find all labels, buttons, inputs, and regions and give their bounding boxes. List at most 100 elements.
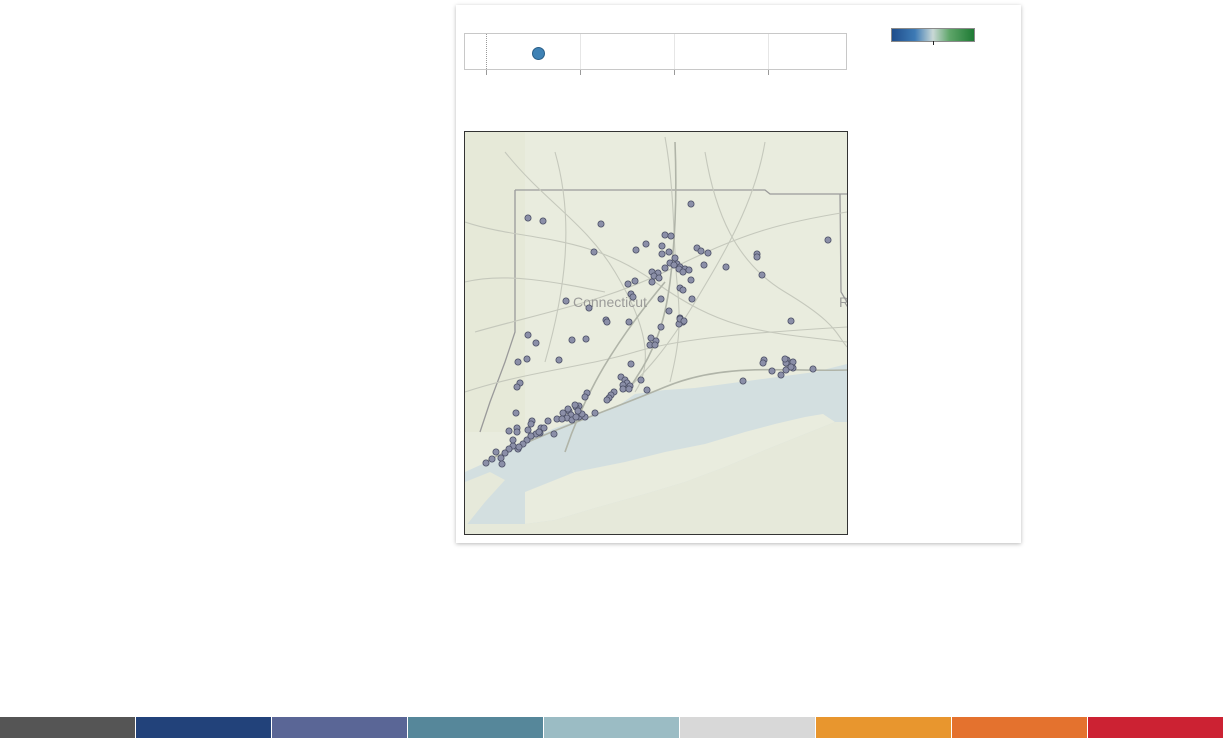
map-location-point[interactable] xyxy=(655,274,663,282)
strip-plot[interactable] xyxy=(464,33,847,70)
map-view[interactable]: Connecticut R xyxy=(464,131,848,535)
map-location-point[interactable] xyxy=(505,427,513,435)
map-location-point[interactable] xyxy=(648,278,656,286)
map-location-point[interactable] xyxy=(777,371,785,379)
map-location-point[interactable] xyxy=(527,432,535,440)
map-location-point[interactable] xyxy=(658,250,666,258)
strip-gridline-zero xyxy=(486,34,488,69)
map-location-point[interactable] xyxy=(824,236,832,244)
map-location-point[interactable] xyxy=(661,264,669,272)
map-location-point[interactable] xyxy=(637,376,645,384)
map-location-point[interactable] xyxy=(544,417,552,425)
map-location-point[interactable] xyxy=(658,242,666,250)
map-location-point[interactable] xyxy=(585,304,593,312)
map-location-point[interactable] xyxy=(514,358,522,366)
footer-color-segment xyxy=(0,717,136,738)
map-location-point[interactable] xyxy=(550,430,558,438)
strip-mark[interactable] xyxy=(532,47,545,60)
footer-color-segment xyxy=(680,717,816,738)
map-location-point[interactable] xyxy=(631,277,639,285)
map-location-point[interactable] xyxy=(582,335,590,343)
map-location-point[interactable] xyxy=(590,248,598,256)
map-location-point[interactable] xyxy=(704,249,712,257)
map-location-point[interactable] xyxy=(809,365,817,373)
map-location-point[interactable] xyxy=(540,424,548,432)
map-location-point[interactable] xyxy=(527,420,535,428)
map-location-point[interactable] xyxy=(687,200,695,208)
map-location-point[interactable] xyxy=(665,248,673,256)
map-location-point[interactable] xyxy=(603,396,611,404)
map-location-point[interactable] xyxy=(687,276,695,284)
map-location-point[interactable] xyxy=(657,295,665,303)
map-location-point[interactable] xyxy=(568,336,576,344)
map-location-point[interactable] xyxy=(643,386,651,394)
map-location-point[interactable] xyxy=(624,280,632,288)
map-location-point[interactable] xyxy=(492,448,500,456)
map-location-point[interactable] xyxy=(679,286,687,294)
map-location-point[interactable] xyxy=(680,317,688,325)
map-location-point[interactable] xyxy=(665,307,673,315)
map-location-point[interactable] xyxy=(539,217,547,225)
map-location-point[interactable] xyxy=(722,263,730,271)
map-location-point[interactable] xyxy=(697,247,705,255)
strip-gridline xyxy=(768,34,769,69)
map-location-point[interactable] xyxy=(781,355,789,363)
map-location-point[interactable] xyxy=(512,409,520,417)
footer-color-segment xyxy=(1088,717,1224,738)
map-location-point[interactable] xyxy=(497,454,505,462)
map-location-point[interactable] xyxy=(685,266,693,274)
map-location-point[interactable] xyxy=(627,360,635,368)
map-location-point[interactable] xyxy=(482,459,490,467)
map-location-point[interactable] xyxy=(700,261,708,269)
map-location-point[interactable] xyxy=(758,271,766,279)
map-location-point[interactable] xyxy=(513,428,521,436)
map-location-point[interactable] xyxy=(603,318,611,326)
footer-color-segment xyxy=(952,717,1088,738)
map-location-point[interactable] xyxy=(688,295,696,303)
map-location-point[interactable] xyxy=(629,293,637,301)
map-location-point[interactable] xyxy=(523,355,531,363)
map-location-point[interactable] xyxy=(524,426,532,434)
map-location-point[interactable] xyxy=(555,356,563,364)
map-location-point[interactable] xyxy=(642,240,650,248)
map-location-point[interactable] xyxy=(739,377,747,385)
map-location-point[interactable] xyxy=(651,341,659,349)
basemap: Connecticut R xyxy=(465,132,847,534)
map-location-point[interactable] xyxy=(625,318,633,326)
map-location-point[interactable] xyxy=(571,401,579,409)
map-location-point[interactable] xyxy=(513,383,521,391)
footer-color-segment xyxy=(816,717,952,738)
map-location-point[interactable] xyxy=(572,413,580,421)
map-location-point[interactable] xyxy=(581,393,589,401)
map-location-point[interactable] xyxy=(671,254,679,262)
map-location-point[interactable] xyxy=(768,367,776,375)
map-location-point[interactable] xyxy=(753,253,761,261)
map-location-point[interactable] xyxy=(498,460,506,468)
map-edge-label: R xyxy=(839,294,847,310)
map-location-point[interactable] xyxy=(562,297,570,305)
map-location-point[interactable] xyxy=(787,317,795,325)
map-location-point[interactable] xyxy=(559,409,567,417)
map-location-point[interactable] xyxy=(619,385,627,393)
footer-color-segment xyxy=(136,717,272,738)
map-location-point[interactable] xyxy=(787,363,795,371)
map-location-point[interactable] xyxy=(509,436,517,444)
map-location-point[interactable] xyxy=(657,323,665,331)
map-location-point[interactable] xyxy=(667,232,675,240)
map-location-point[interactable] xyxy=(625,385,633,393)
map-location-point[interactable] xyxy=(524,331,532,339)
map-location-point[interactable] xyxy=(632,246,640,254)
map-location-point[interactable] xyxy=(524,214,532,222)
map-location-point[interactable] xyxy=(597,220,605,228)
map-location-point[interactable] xyxy=(532,339,540,347)
map-location-point[interactable] xyxy=(679,268,687,276)
map-location-point[interactable] xyxy=(515,443,523,451)
map-location-point[interactable] xyxy=(488,455,496,463)
map-location-point[interactable] xyxy=(574,407,582,415)
map-location-point[interactable] xyxy=(591,409,599,417)
map-location-point[interactable] xyxy=(759,359,767,367)
map-location-point[interactable] xyxy=(558,415,566,423)
strip-axis-tick xyxy=(486,70,487,75)
map-location-point[interactable] xyxy=(661,231,669,239)
strip-axis-tick xyxy=(674,70,675,75)
